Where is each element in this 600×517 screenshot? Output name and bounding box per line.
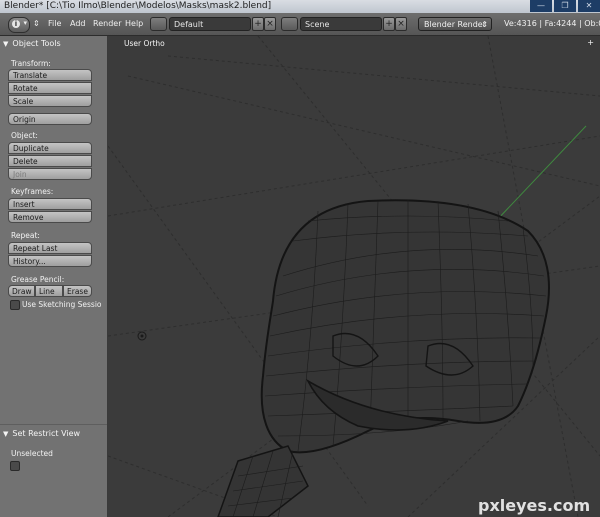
viewport-corner-widget[interactable]: + — [587, 38, 594, 47]
collapse-menu-icon[interactable]: ⇕ — [33, 17, 40, 31]
window-titlebar: Blender* [C:\Tio Ilmo\Blender\Modelos\Ma… — [0, 0, 600, 13]
panel-divider — [0, 424, 107, 425]
menu-help[interactable]: Help — [125, 17, 143, 31]
unselected-label: Unselected — [11, 449, 53, 458]
add-screen-button[interactable]: + — [252, 17, 264, 31]
close-button[interactable]: ✕ — [578, 0, 600, 12]
panel-expanded-icon: ▼ — [3, 430, 9, 438]
origin-marker — [137, 331, 147, 341]
object-label: Object: — [11, 131, 38, 140]
sketching-checkbox[interactable] — [10, 300, 20, 310]
grease-line-button[interactable]: Line — [35, 285, 63, 297]
restrict-view-title: Set Restrict View — [12, 429, 81, 438]
scene-type-button[interactable] — [281, 17, 298, 31]
panel-expanded-icon: ▼ — [3, 40, 9, 48]
minimize-button[interactable]: — — [530, 0, 552, 12]
insert-keyframe-button[interactable]: Insert — [8, 198, 92, 210]
translate-button[interactable]: Translate — [8, 69, 92, 81]
screen-layout-type-button[interactable] — [150, 17, 167, 31]
tool-shelf: ▼ Object Tools Transform: Translate Rotat… — [0, 36, 108, 517]
history-button[interactable]: History... — [8, 255, 92, 267]
mask-wireframe — [217, 199, 550, 517]
editor-type-button[interactable]: i ▾ — [8, 17, 30, 33]
join-button[interactable]: Join — [8, 168, 92, 180]
keyframes-label: Keyframes: — [11, 187, 54, 196]
remove-screen-button[interactable]: × — [264, 17, 276, 31]
repeat-label: Repeat: — [11, 231, 40, 240]
viewport-canvas — [108, 36, 600, 517]
info-icon: i — [12, 20, 20, 28]
menu-render[interactable]: Render — [93, 17, 121, 31]
updown-arrows-icon: ⇕ — [481, 20, 488, 29]
scene-stats: Ve:4316 | Fa:4244 | Ob:0-7 — [504, 19, 600, 28]
delete-button[interactable]: Delete — [8, 155, 92, 167]
rotate-button[interactable]: Rotate — [8, 82, 92, 94]
repeat-last-button[interactable]: Repeat Last — [8, 242, 92, 254]
duplicate-button[interactable]: Duplicate — [8, 142, 92, 154]
add-scene-button[interactable]: + — [383, 17, 395, 31]
chevron-down-icon: ▾ — [23, 19, 27, 27]
object-tools-title: Object Tools — [12, 39, 61, 48]
transform-label: Transform: — [11, 59, 51, 68]
restrict-view-header[interactable]: ▼ Set Restrict View — [3, 427, 80, 441]
watermark: pxleyes.com — [478, 496, 591, 515]
remove-keyframe-button[interactable]: Remove — [8, 211, 92, 223]
window-title: Blender* [C:\Tio Ilmo\Blender\Modelos\Ma… — [4, 1, 272, 11]
remove-scene-button[interactable]: × — [395, 17, 407, 31]
screen-layout-field[interactable]: Default — [169, 17, 251, 31]
menu-add[interactable]: Add — [70, 17, 86, 31]
3d-viewport[interactable]: User Ortho + — [108, 36, 600, 517]
sketching-label: Use Sketching Sessio — [22, 300, 102, 309]
render-engine-label: Blender Render — [424, 20, 487, 29]
grease-pencil-label: Grease Pencil: — [11, 275, 65, 284]
origin-button[interactable]: Origin — [8, 113, 92, 125]
maximize-button[interactable]: ❐ — [554, 0, 576, 12]
object-tools-header[interactable]: ▼ Object Tools — [3, 37, 61, 51]
info-header: i ▾ ⇕ File Add Render Help Default + × S… — [0, 13, 600, 36]
render-engine-dropdown[interactable]: Blender Render ⇕ — [418, 17, 492, 31]
menu-file[interactable]: File — [48, 17, 61, 31]
grease-erase-button[interactable]: Erase — [63, 285, 92, 297]
unselected-checkbox[interactable] — [10, 461, 20, 471]
viewport-view-label: User Ortho — [124, 39, 165, 48]
scale-button[interactable]: Scale — [8, 95, 92, 107]
grease-draw-button[interactable]: Draw — [8, 285, 35, 297]
window-controls: — ❐ ✕ — [528, 0, 600, 13]
scene-field[interactable]: Scene — [300, 17, 382, 31]
